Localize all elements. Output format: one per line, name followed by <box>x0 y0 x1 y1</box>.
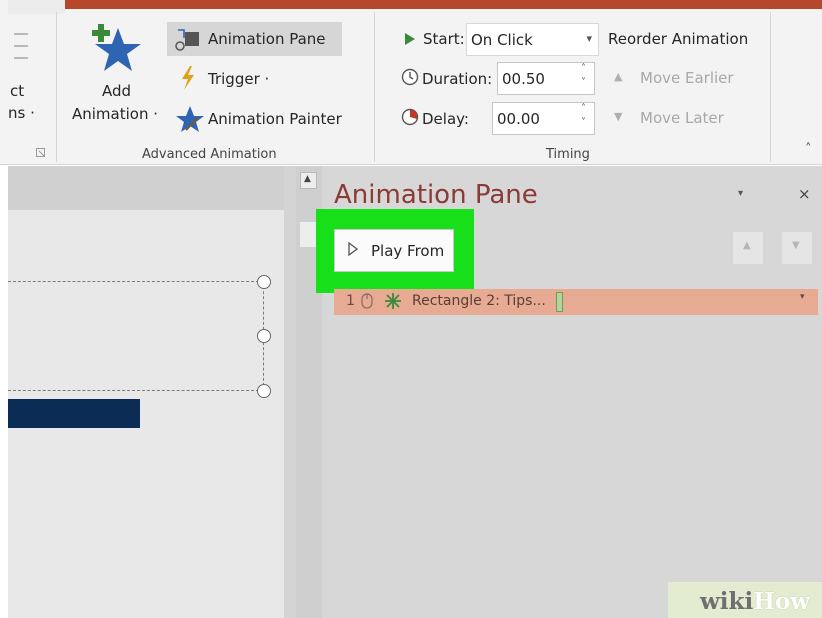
ribbon-separator <box>56 12 57 162</box>
lightning-icon <box>182 66 194 90</box>
effect-options-icon <box>14 33 28 59</box>
triangle-up-icon: ▲ <box>743 240 751 251</box>
animation-painter-label: Animation Painter <box>208 110 342 128</box>
animation-pane-title: Animation Pane <box>334 180 538 210</box>
start-dropdown[interactable]: On Click ▾ <box>466 23 599 56</box>
ribbon-separator <box>374 12 375 162</box>
trigger-button[interactable]: Trigger · <box>176 64 286 94</box>
triangle-up-icon: ▲ <box>304 174 311 184</box>
collapse-ribbon-icon[interactable]: ˄ <box>805 142 812 157</box>
animation-painter-button[interactable]: Animation Painter <box>176 104 356 134</box>
powerpoint-window: ct ns · Add Animation · Animation Pane T… <box>0 0 822 618</box>
resize-handle[interactable] <box>257 329 271 343</box>
move-later-button[interactable]: ▼ Move Later <box>610 106 750 132</box>
play-icon <box>348 242 358 256</box>
selected-shape-outline[interactable] <box>8 281 264 391</box>
delay-spinner[interactable]: 00.00 ˄ ˅ <box>492 102 595 135</box>
move-earlier-button[interactable]: ▲ Move Earlier <box>610 66 750 92</box>
delay-clock-icon <box>401 108 419 126</box>
item-label: Rectangle 2: Tips... <box>412 293 546 309</box>
pane-options-icon[interactable]: ▾ <box>738 188 743 199</box>
ribbon-separator <box>770 12 771 162</box>
timing-group-label: Timing <box>546 147 590 162</box>
duration-value: 00.50 <box>502 70 545 88</box>
animation-pane-icon <box>175 29 199 51</box>
timeline-bar[interactable] <box>556 292 563 312</box>
move-earlier-label: Move Earlier <box>640 69 734 87</box>
start-value: On Click <box>471 31 533 49</box>
add-animation-label-line1: Add <box>102 82 132 100</box>
play-triangle-icon <box>405 33 415 45</box>
animation-painter-icon <box>176 106 204 132</box>
effect-options-button[interactable]: ct ns · <box>8 20 48 130</box>
triangle-down-icon: ▼ <box>792 240 800 251</box>
move-down-button[interactable]: ▼ <box>782 232 812 264</box>
effect-options-label-line1: ct <box>10 82 25 100</box>
move-later-label: Move Later <box>640 109 724 127</box>
resize-handle[interactable] <box>257 384 271 398</box>
duration-label: Duration: <box>422 70 493 88</box>
triangle-down-icon: ▼ <box>614 110 623 123</box>
effect-options-label-line2: ns · <box>8 104 35 122</box>
delay-value: 00.00 <box>497 110 540 128</box>
dialog-launcher-icon[interactable] <box>36 148 46 158</box>
rectangle-shape[interactable] <box>8 399 140 428</box>
watermark-part2: How <box>753 588 811 615</box>
scroll-up-button[interactable]: ▲ <box>300 172 317 189</box>
move-up-button[interactable]: ▲ <box>733 232 763 264</box>
triangle-up-icon: ▲ <box>614 70 623 83</box>
resize-handle[interactable] <box>257 275 271 289</box>
mouse-click-icon <box>361 293 373 309</box>
spinner-arrows-icon[interactable]: ˄ ˅ <box>581 102 586 130</box>
add-animation-label-line2: Animation · <box>72 105 159 123</box>
start-label: Start: <box>423 30 465 48</box>
reorder-animation-label: Reorder Animation <box>608 30 749 48</box>
entrance-effect-icon <box>385 293 401 309</box>
advanced-animation-group-label: Advanced Animation <box>142 147 277 162</box>
play-from-button[interactable]: Play From <box>334 229 454 272</box>
dropdown-arrow-icon: ▾ <box>586 32 592 45</box>
add-animation-star-icon <box>92 24 141 71</box>
spinner-arrows-icon[interactable]: ˄ ˅ <box>581 62 586 90</box>
slide-margin <box>8 166 284 210</box>
delay-label: Delay: <box>422 110 469 128</box>
duration-spinner[interactable]: 00.50 ˄ ˅ <box>497 62 595 95</box>
add-animation-button[interactable]: Add Animation · <box>68 20 164 132</box>
watermark-part1: wiki <box>700 588 754 615</box>
trigger-label: Trigger · <box>208 70 270 88</box>
animation-pane-label: Animation Pane <box>208 30 326 48</box>
animation-list-item[interactable]: 1 Rectangle 2: Tips... ▾ <box>334 289 818 315</box>
ribbon-accent-bar <box>8 0 822 9</box>
wikihow-watermark: wikiHow <box>700 588 810 615</box>
close-icon[interactable]: × <box>798 185 811 203</box>
item-index: 1 <box>346 293 355 309</box>
scroll-thumb[interactable] <box>300 222 317 247</box>
clock-icon <box>401 68 419 86</box>
play-from-label: Play From <box>371 242 445 260</box>
item-dropdown-icon[interactable]: ▾ <box>800 292 805 302</box>
